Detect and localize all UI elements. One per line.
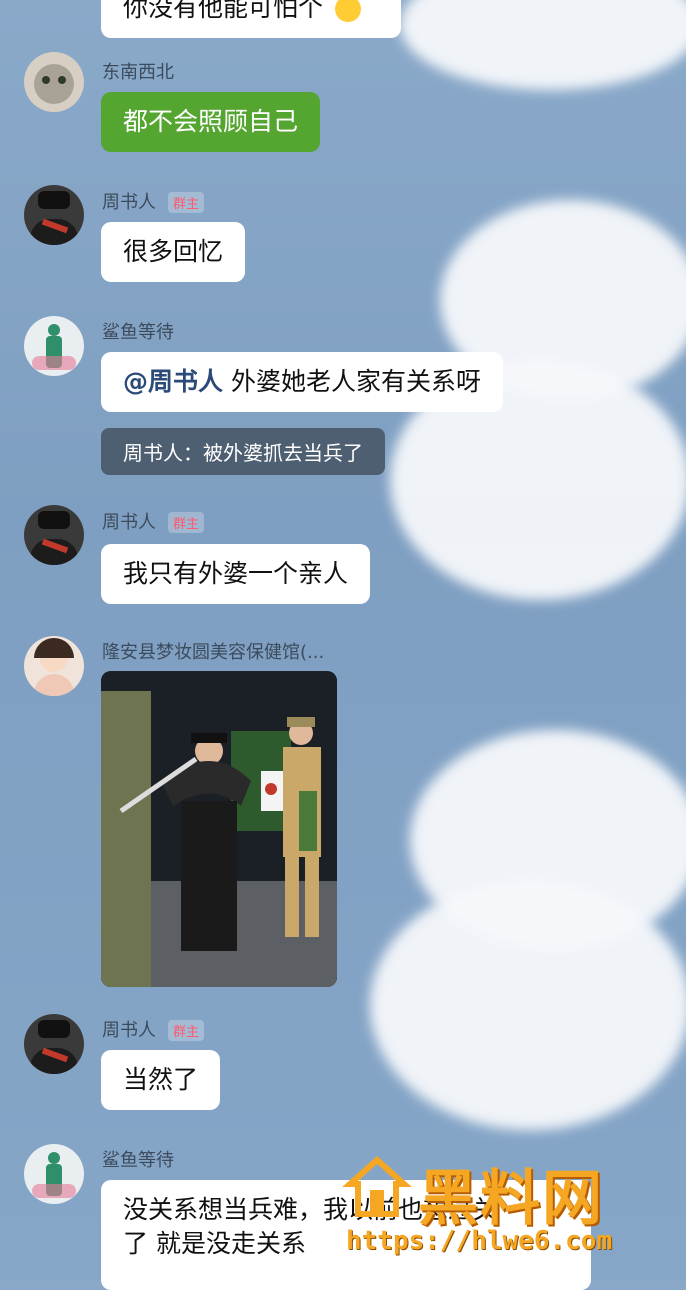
owner-badge: 群主 — [168, 192, 205, 213]
sender-name-text: 周书人 — [102, 512, 156, 533]
sender-name-text: 周书人 — [102, 192, 156, 213]
image-message[interactable] — [101, 671, 337, 987]
avatar[interactable] — [24, 1014, 84, 1074]
sender-name: 隆安县梦妆圆美容保健馆(... — [102, 642, 325, 663]
message-bubble[interactable]: 我只有外婆一个亲人 — [101, 544, 371, 604]
owner-badge: 群主 — [168, 1020, 205, 1041]
message-bubble[interactable]: 都不会照顾自己 — [101, 92, 321, 152]
message-bubble[interactable]: 当然了 — [101, 1050, 221, 1110]
owner-badge: 群主 — [168, 512, 205, 533]
watermark-url: https://hlwe6.com — [346, 1226, 613, 1256]
sender-name-text: 周书人 — [102, 1020, 156, 1041]
sender-name: 周书人 群主 — [102, 188, 205, 214]
avatar[interactable] — [24, 505, 84, 565]
message-text: 外婆她老人家有关系呀 — [223, 367, 481, 396]
sender-name: 鲨鱼等待 — [102, 1150, 174, 1171]
message-bubble[interactable]: 你没有他能可怕个 — [101, 0, 401, 38]
cloud — [370, 880, 686, 1130]
message-text: 我只有外婆一个亲人 — [123, 559, 349, 588]
avatar[interactable] — [24, 52, 84, 112]
message-text: 很多回忆 — [123, 237, 224, 266]
sender-name: 周书人 群主 — [102, 508, 205, 534]
watermark-logo-icon — [342, 1155, 412, 1217]
sender-name: 鲨鱼等待 — [102, 322, 174, 343]
message-text: 都不会照顾自己 — [123, 107, 299, 136]
message-text: 当然了 — [123, 1065, 199, 1094]
watermark-title: 黑料网 — [418, 1164, 604, 1234]
photo-content — [101, 671, 337, 987]
avatar[interactable] — [24, 1144, 84, 1204]
message-text: 你没有他能可怕个 — [123, 0, 324, 22]
watermark: 黑料网 https://hlwe6.com — [338, 1150, 678, 1270]
sender-name: 周书人 群主 — [102, 1016, 205, 1042]
avatar[interactable] — [24, 185, 84, 245]
avatar[interactable] — [24, 316, 84, 376]
cloud — [400, 0, 686, 90]
emoji-icon — [334, 0, 361, 22]
message-bubble[interactable]: @周书人 外婆她老人家有关系呀 — [101, 352, 503, 412]
quoted-reply[interactable]: 周书人：被外婆抓去当兵了 — [101, 428, 385, 475]
sender-name: 东南西北 — [102, 62, 174, 83]
message-bubble[interactable]: 很多回忆 — [101, 222, 246, 282]
quoted-text: 周书人：被外婆抓去当兵了 — [123, 441, 363, 465]
mention-link[interactable]: @周书人 — [123, 367, 223, 396]
avatar[interactable] — [24, 636, 84, 696]
